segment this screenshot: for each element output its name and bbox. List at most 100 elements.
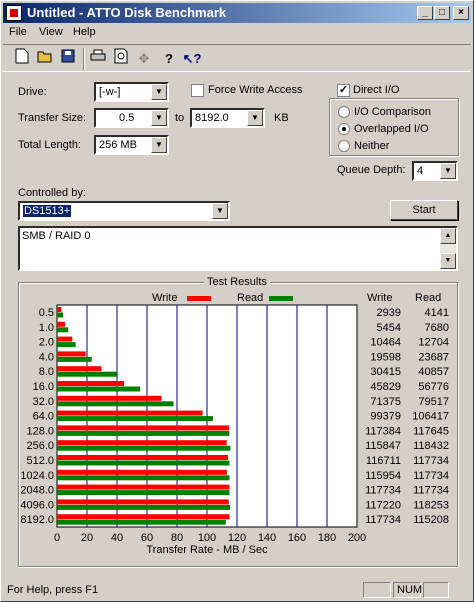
read-value-label: 115208: [413, 514, 449, 526]
write-bar: [57, 455, 228, 460]
write-bar: [57, 336, 73, 342]
chevron-down-icon[interactable]: ▼: [247, 110, 263, 126]
queue-depth-select[interactable]: 4 ▼: [412, 161, 458, 181]
menu-bar: File View Help: [3, 24, 471, 42]
category-label: 128.0: [26, 425, 54, 437]
open-icon[interactable]: [34, 48, 56, 70]
direct-io-checkbox[interactable]: ✓: [337, 84, 350, 97]
write-value-label: 99379: [370, 411, 401, 423]
x-tick-label: 200: [348, 532, 366, 544]
neither-label: Neither: [354, 140, 390, 152]
menu-file[interactable]: File: [9, 26, 27, 38]
write-value-label: 2939: [377, 307, 401, 319]
queue-depth-value: 4: [417, 165, 424, 177]
transfer-to-select[interactable]: 8192.0 ▼: [190, 108, 265, 128]
category-label: 2048.0: [20, 485, 54, 497]
chevron-down-icon[interactable]: ▼: [440, 163, 456, 179]
status-bar: For Help, press F1 NUM: [3, 580, 471, 600]
drive-label: Drive:: [18, 86, 47, 98]
minimize-button[interactable]: _: [417, 6, 433, 20]
context-help-icon[interactable]: ↖?: [181, 48, 203, 70]
write-value-label: 71375: [370, 396, 401, 408]
controlled-by-value: DS1513+: [23, 205, 72, 217]
category-label: 0.5: [39, 307, 54, 319]
write-bar: [57, 440, 227, 446]
menu-view[interactable]: View: [39, 26, 63, 38]
read-bar: [57, 416, 213, 422]
write-value-label: 5454: [377, 322, 401, 334]
start-button[interactable]: Start: [390, 200, 458, 220]
transfer-from-select[interactable]: 0.5 ▼: [94, 108, 169, 128]
x-tick-label: 100: [198, 532, 216, 544]
category-label: 16.0: [33, 381, 54, 393]
force-write-checkbox[interactable]: [191, 84, 204, 97]
status-panel-caps: [363, 582, 391, 598]
write-bar: [57, 366, 102, 372]
radio-io-comparison[interactable]: [338, 106, 350, 118]
chevron-down-icon[interactable]: ▼: [151, 84, 167, 100]
save-icon[interactable]: [57, 48, 79, 70]
x-axis-label: Transfer Rate - MB / Sec: [146, 544, 268, 556]
io-comparison-label: I/O Comparison: [354, 106, 432, 118]
chevron-down-icon[interactable]: ▼: [151, 137, 167, 153]
scroll-down-icon[interactable]: ▼: [440, 253, 456, 269]
x-tick-label: 60: [141, 532, 153, 544]
read-bar: [57, 430, 230, 436]
maximize-button[interactable]: □: [434, 6, 450, 20]
new-icon[interactable]: [11, 48, 33, 70]
read-bar: [57, 356, 92, 362]
read-value-label: 118432: [413, 440, 449, 452]
read-value-label: 56776: [418, 381, 449, 393]
write-bar: [57, 469, 227, 475]
description-textarea[interactable]: SMB / RAID 0 ▲ ▼: [18, 226, 458, 271]
category-label: 256.0: [26, 440, 54, 452]
write-value-label: 115847: [365, 440, 401, 452]
read-bar: [57, 445, 231, 451]
controlled-by-select[interactable]: DS1513+ ▼: [18, 201, 230, 221]
print-icon[interactable]: [87, 48, 109, 70]
description-scrollbar[interactable]: ▲ ▼: [440, 228, 456, 269]
read-value-label: 40857: [418, 366, 449, 378]
status-text: For Help, press F1: [7, 584, 99, 596]
write-value-label: 30415: [370, 366, 401, 378]
radio-overlapped-io[interactable]: [338, 123, 350, 135]
toolbar: ✥ ? ↖?: [3, 44, 471, 72]
read-value-label: 117645: [413, 425, 449, 437]
chevron-down-icon[interactable]: ▼: [151, 110, 167, 126]
read-value-label: 118253: [413, 499, 449, 511]
category-label: 1.0: [39, 322, 54, 334]
category-label: 512.0: [26, 455, 54, 467]
read-bar: [57, 401, 174, 407]
x-tick-label: 160: [288, 532, 306, 544]
read-bar: [57, 519, 226, 525]
test-results-title: Test Results: [204, 276, 270, 288]
category-label: 32.0: [33, 396, 54, 408]
total-length-select[interactable]: 256 MB ▼: [94, 135, 169, 155]
read-bar: [57, 475, 230, 481]
write-value-label: 117220: [365, 499, 401, 511]
app-window: Untitled - ATTO Disk Benchmark _ □ × Fil…: [0, 0, 474, 602]
scroll-up-icon[interactable]: ▲: [440, 228, 456, 244]
write-bar: [57, 381, 125, 386]
menu-help[interactable]: Help: [73, 26, 96, 38]
read-bar: [57, 342, 76, 348]
write-bar: [57, 410, 203, 416]
drive-select[interactable]: [-w-] ▼: [94, 82, 169, 102]
total-length-value: 256 MB: [99, 139, 137, 151]
read-bar: [57, 504, 231, 510]
move-icon[interactable]: ✥: [133, 48, 155, 70]
read-value-label: 23687: [418, 351, 449, 363]
close-button[interactable]: ×: [453, 6, 469, 20]
radio-neither[interactable]: [338, 140, 350, 152]
title-bar[interactable]: Untitled - ATTO Disk Benchmark _ □ ×: [3, 3, 471, 23]
chevron-down-icon[interactable]: ▼: [212, 203, 228, 219]
print-preview-icon[interactable]: [110, 48, 132, 70]
write-value-label: 117384: [365, 425, 401, 437]
x-tick-label: 140: [258, 532, 276, 544]
category-label: 1024.0: [20, 470, 54, 482]
read-value-label: 7680: [425, 322, 449, 334]
help-icon[interactable]: ?: [158, 48, 180, 70]
read-bar: [57, 371, 117, 377]
x-tick-label: 20: [81, 532, 93, 544]
app-icon[interactable]: [6, 5, 22, 21]
